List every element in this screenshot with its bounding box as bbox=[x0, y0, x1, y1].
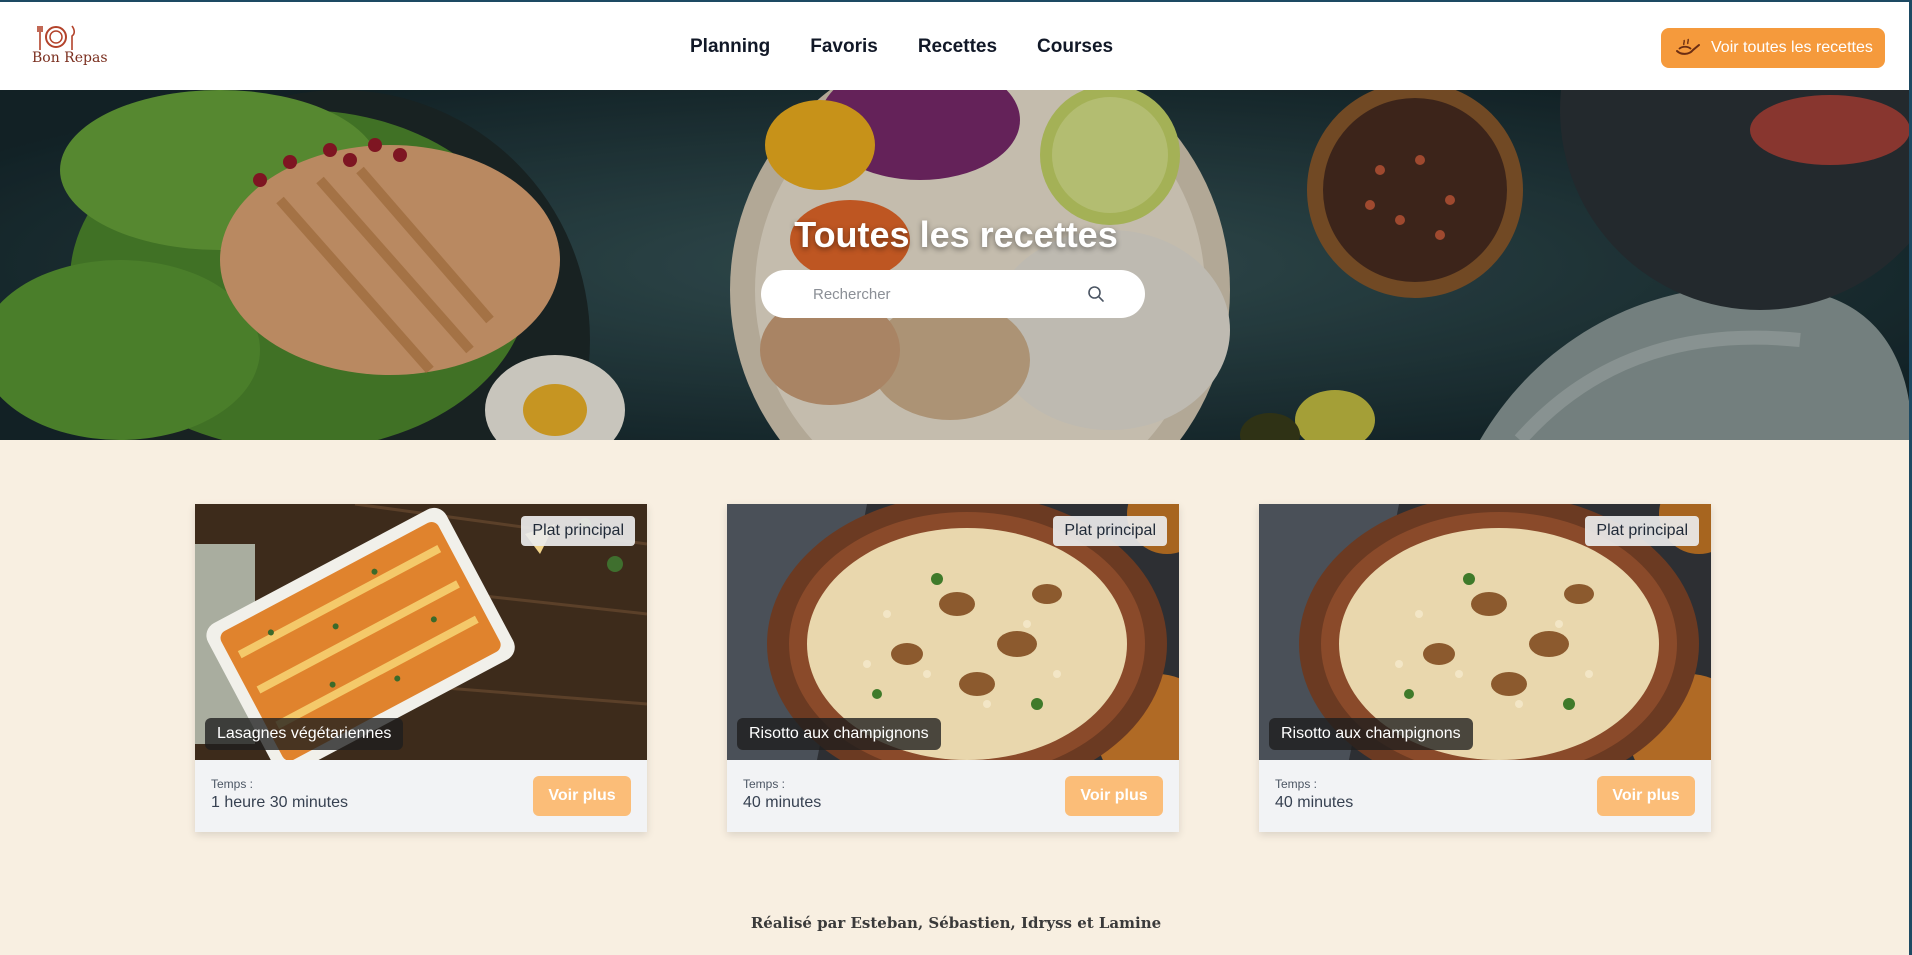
recipe-title: Risotto aux champignons bbox=[1269, 718, 1473, 750]
footer-credits: Réalisé par Esteban, Sébastien, Idryss e… bbox=[750, 914, 1162, 932]
time-label: Temps : bbox=[1275, 777, 1318, 791]
search-input[interactable] bbox=[813, 285, 1109, 303]
time-value: 1 heure 30 minutes bbox=[211, 794, 348, 811]
nav-planning[interactable]: Planning bbox=[690, 36, 770, 58]
recipe-card: Plat principal Lasagnes végétariennes Te… bbox=[195, 504, 647, 832]
top-nav-bar: Bon Repas Planning Favoris Recettes Cour… bbox=[0, 0, 1912, 90]
recipe-card: Plat principal Risotto aux champignons T… bbox=[1259, 504, 1711, 832]
recipe-card: Plat principal Risotto aux champignons T… bbox=[727, 504, 1179, 832]
brand-name: Bon Repas bbox=[32, 50, 108, 66]
all-recipes-button[interactable]: Voir toutes les recettes bbox=[1661, 28, 1885, 68]
category-badge: Plat principal bbox=[1585, 516, 1699, 546]
view-more-button[interactable]: Voir plus bbox=[1065, 776, 1163, 816]
search-icon[interactable] bbox=[1087, 285, 1105, 303]
view-more-button[interactable]: Voir plus bbox=[1597, 776, 1695, 816]
food-background-image bbox=[0, 90, 1912, 440]
hero-banner: Toutes les recettes bbox=[0, 90, 1912, 440]
fork-knife-plate-icon bbox=[37, 25, 76, 50]
view-more-button[interactable]: Voir plus bbox=[533, 776, 631, 816]
recipe-image[interactable]: Plat principal Risotto aux champignons bbox=[727, 504, 1179, 760]
chef-pan-icon bbox=[1676, 38, 1700, 55]
category-badge: Plat principal bbox=[1053, 516, 1167, 546]
recipe-image[interactable]: Plat principal Risotto aux champignons bbox=[1259, 504, 1711, 760]
time-label: Temps : bbox=[743, 777, 786, 791]
page-title: Toutes les recettes bbox=[794, 214, 1118, 255]
recipe-title: Lasagnes végétariennes bbox=[205, 718, 404, 750]
category-badge: Plat principal bbox=[521, 516, 635, 546]
recipe-image[interactable]: Plat principal Lasagnes végétariennes bbox=[195, 504, 647, 760]
time-label: Temps : bbox=[211, 777, 254, 791]
nav-courses[interactable]: Courses bbox=[1037, 36, 1113, 58]
recipe-title: Risotto aux champignons bbox=[737, 718, 941, 750]
all-recipes-label: Voir toutes les recettes bbox=[1711, 39, 1873, 56]
time-value: 40 minutes bbox=[1275, 794, 1354, 811]
main-nav: Planning Favoris Recettes Courses bbox=[690, 36, 1113, 58]
search-bar bbox=[761, 270, 1145, 318]
time-value: 40 minutes bbox=[743, 794, 822, 811]
nav-favoris[interactable]: Favoris bbox=[810, 36, 878, 58]
nav-recettes[interactable]: Recettes bbox=[918, 36, 997, 58]
brand-logo[interactable]: Bon Repas bbox=[32, 24, 108, 72]
